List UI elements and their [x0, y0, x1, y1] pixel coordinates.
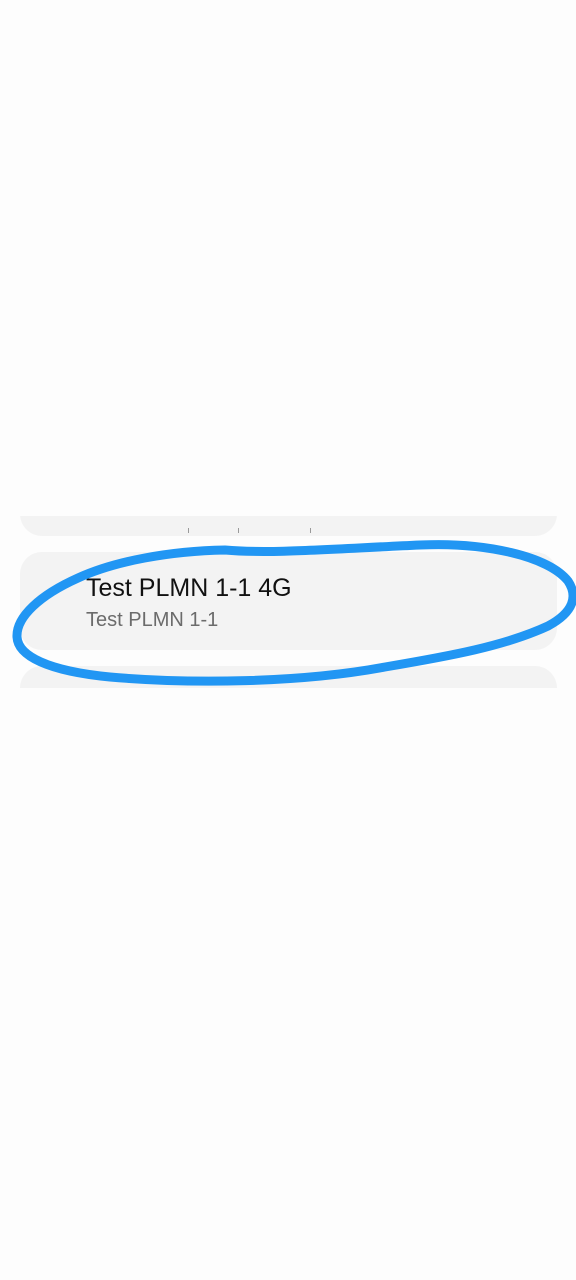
network-list: Test PLMN 1-1 4G Test PLMN 1-1	[0, 516, 576, 688]
cut-off-text-fragment	[188, 528, 189, 533]
network-list-item-next[interactable]	[20, 666, 557, 688]
cut-off-text-fragment	[310, 528, 311, 533]
network-list-item-selected[interactable]: Test PLMN 1-1 4G Test PLMN 1-1	[20, 552, 557, 650]
network-subtitle: Test PLMN 1-1	[86, 609, 219, 631]
network-title: Test PLMN 1-1 4G	[86, 574, 292, 602]
network-list-item-previous[interactable]	[20, 516, 557, 536]
cut-off-text-fragment	[238, 528, 239, 533]
